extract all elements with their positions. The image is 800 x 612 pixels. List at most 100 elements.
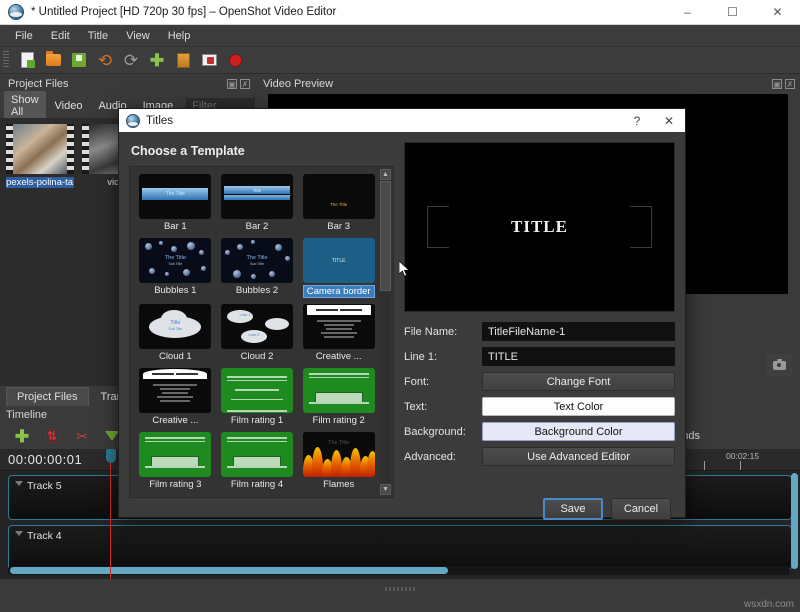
window-title: * Untitled Project [HD 720p 30 fps] – Op…: [31, 6, 665, 18]
razor-tool-icon[interactable]: ✂: [72, 426, 92, 446]
dialog-close-button[interactable]: ✕: [653, 109, 685, 132]
template-grid: The Title Bar 1 Title Bar 2 The Tit: [130, 167, 393, 497]
template-label: Bar 2: [246, 221, 269, 232]
close-panel-icon[interactable]: ✗: [240, 79, 250, 89]
timeline-horizontal-scrollbar[interactable]: [8, 566, 790, 575]
scroll-up-icon[interactable]: ▲: [380, 169, 391, 180]
chevron-down-icon[interactable]: [15, 481, 23, 486]
scrollbar-thumb[interactable]: [10, 567, 448, 574]
float-icon[interactable]: ▣: [227, 79, 237, 89]
template-art: Title: [224, 186, 290, 194]
template-thumbnail: The Title: [303, 432, 375, 477]
template-label: Bubbles 1: [154, 285, 196, 296]
timeline-track[interactable]: Track 4: [8, 525, 792, 570]
title-preview: TITLE: [404, 142, 675, 312]
template-thumbnail: [221, 368, 293, 413]
cancel-button[interactable]: Cancel: [611, 498, 671, 520]
template-item-bar-3[interactable]: The Title Bar 3: [300, 174, 377, 232]
template-chooser: Choose a Template The Title Bar 1 Title: [129, 142, 394, 498]
menu-help[interactable]: Help: [159, 27, 200, 45]
change-font-button[interactable]: Change Font: [482, 372, 675, 391]
filter-show-all-button[interactable]: Show All: [4, 91, 46, 121]
scrollbar-thumb[interactable]: [380, 181, 391, 291]
template-art: TITLE: [303, 238, 375, 283]
dialog-footer: Save Cancel: [119, 498, 685, 520]
import-files-icon[interactable]: ✚: [147, 50, 167, 70]
template-thumbnail: The Title: [303, 174, 375, 219]
float-icon[interactable]: ▣: [772, 79, 782, 89]
help-button[interactable]: ?: [621, 109, 653, 132]
template-item-bubbles-1[interactable]: The Title Sub Title Bubbles 1: [137, 238, 214, 298]
template-art: The Title: [303, 440, 375, 446]
template-item-creative-commons-2[interactable]: Creative ...: [137, 368, 214, 426]
title-preview-and-form: TITLE File Name: Line 1: Font: Change Fo…: [404, 142, 675, 498]
menu-title[interactable]: Title: [79, 27, 117, 45]
text-color-button[interactable]: Text Color: [482, 397, 675, 416]
template-item-creative-commons-1[interactable]: Creative ...: [300, 304, 377, 362]
file-thumbnail: [6, 124, 74, 174]
resize-grip[interactable]: [385, 587, 415, 591]
filter-video-button[interactable]: Video: [48, 97, 90, 115]
playhead-handle[interactable]: [106, 449, 116, 463]
tab-project-files[interactable]: Project Files: [6, 387, 89, 406]
timeline-vertical-scrollbar[interactable]: [791, 473, 798, 569]
background-color-button[interactable]: Background Color: [482, 422, 675, 441]
template-item-camera-border[interactable]: TITLE Camera border: [300, 238, 377, 298]
line1-input[interactable]: [482, 347, 675, 366]
template-item-bubbles-2[interactable]: The Title Sub Title Bubbles 2: [219, 238, 296, 298]
track-label: Track 4: [9, 526, 791, 542]
save-button[interactable]: Save: [543, 498, 603, 520]
template-item-film-rating-4[interactable]: Film rating 4: [219, 432, 296, 490]
video-preview-title: Video Preview: [255, 78, 333, 90]
menu-file[interactable]: File: [6, 27, 42, 45]
openshot-logo-icon: [126, 114, 140, 128]
template-item-film-rating-2[interactable]: Film rating 2: [300, 368, 377, 426]
add-track-icon[interactable]: ✚: [12, 426, 32, 446]
redo-icon[interactable]: ⟳: [121, 50, 141, 70]
dialog-titlebar: Titles ? ✕: [119, 109, 685, 132]
template-item-bar-1[interactable]: The Title Bar 1: [137, 174, 214, 232]
chevron-down-icon[interactable]: [15, 531, 23, 536]
template-label: Creative ...: [316, 351, 362, 362]
export-video-icon[interactable]: [199, 50, 219, 70]
record-icon[interactable]: [225, 50, 245, 70]
template-item-flames[interactable]: The Title Flames: [300, 432, 377, 490]
text-label: Text:: [404, 401, 474, 413]
template-item-bar-2[interactable]: Title Bar 2: [219, 174, 296, 232]
open-project-icon[interactable]: [43, 50, 63, 70]
titles-dialog: Titles ? ✕ Choose a Template The Title B…: [118, 108, 686, 518]
use-advanced-editor-button[interactable]: Use Advanced Editor: [482, 447, 675, 466]
menu-view[interactable]: View: [117, 27, 159, 45]
file-name-input[interactable]: [482, 322, 675, 341]
close-panel-icon[interactable]: ✗: [785, 79, 795, 89]
list-item[interactable]: pexels-polina-ta...: [6, 124, 74, 188]
camera-icon: [773, 361, 786, 370]
template-label: Cloud 2: [241, 351, 274, 362]
template-item-film-rating-3[interactable]: Film rating 3: [137, 432, 214, 490]
template-item-film-rating-1[interactable]: Film rating 1: [219, 368, 296, 426]
template-item-cloud-2[interactable]: Line 1 Line 2 Cloud 2: [219, 304, 296, 362]
save-project-icon[interactable]: [69, 50, 89, 70]
template-label: Bar 1: [164, 221, 187, 232]
video-preview-panel-header: Video Preview ▣ ✗: [255, 74, 800, 94]
minimize-button[interactable]: –: [665, 0, 710, 25]
file-label: pexels-polina-ta...: [6, 177, 74, 188]
template-item-cloud-1[interactable]: Title Sub Title Cloud 1: [137, 304, 214, 362]
preview-title-text: TITLE: [405, 217, 674, 237]
template-label: Cloud 1: [159, 351, 192, 362]
template-art: Title: [139, 320, 211, 326]
scroll-down-icon[interactable]: ▼: [380, 484, 391, 495]
menu-edit[interactable]: Edit: [42, 27, 79, 45]
template-art: The Title: [330, 202, 347, 207]
close-button[interactable]: ✕: [755, 0, 800, 25]
template-label: Film rating 1: [231, 415, 283, 426]
snapshot-button[interactable]: [766, 354, 792, 376]
undo-icon[interactable]: ⟲: [95, 50, 115, 70]
snapping-magnet-icon[interactable]: ⇅: [42, 426, 62, 446]
template-scroll-area[interactable]: The Title Bar 1 Title Bar 2 The Tit: [129, 166, 394, 498]
new-project-icon[interactable]: [17, 50, 37, 70]
toolbar-grip[interactable]: [3, 51, 9, 69]
template-art-sub: Sub Title: [139, 262, 211, 266]
maximize-button[interactable]: ☐: [710, 0, 755, 25]
profile-icon[interactable]: [173, 50, 193, 70]
